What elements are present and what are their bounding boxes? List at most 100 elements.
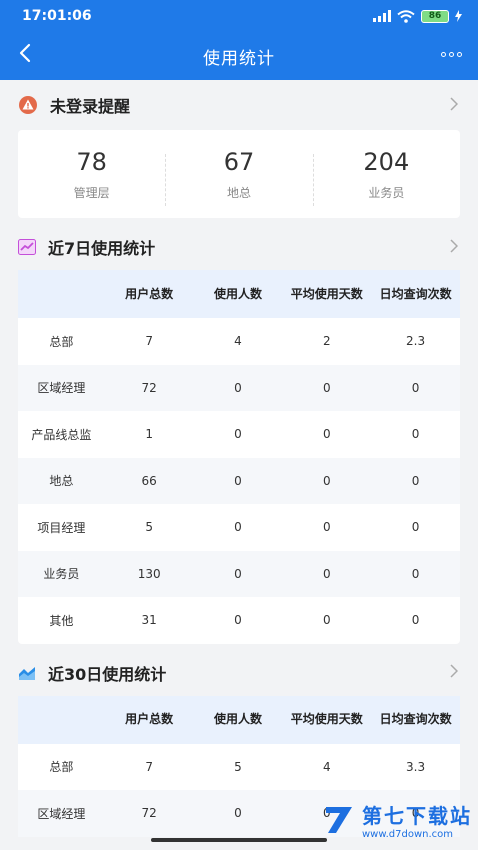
chevron-right-icon[interactable]: [450, 663, 459, 682]
home-indicator[interactable]: [151, 838, 327, 842]
table-cell: 0: [234, 520, 242, 535]
table-cell: 5: [145, 520, 153, 535]
table-cell: 5: [234, 759, 242, 774]
table-cell: 72: [141, 806, 157, 821]
column-header: [18, 270, 105, 318]
table-cell: 0: [234, 806, 242, 821]
table-row: 区域经理 72 0 0 0: [18, 364, 460, 411]
more-menu-icon[interactable]: [441, 52, 462, 57]
table-cell: 0: [411, 566, 420, 581]
column-header: 平均使用天数: [290, 712, 363, 726]
page-title: 使用统计: [203, 48, 275, 69]
chevron-right-icon[interactable]: [450, 96, 459, 115]
stat-label: 地总: [226, 185, 251, 200]
section-title: 未登录提醒: [50, 97, 131, 116]
stat-label: 管理层: [73, 185, 110, 200]
table-cell: 0: [411, 613, 420, 628]
stat-value: 204: [363, 147, 410, 176]
status-icons: 86: [373, 9, 462, 23]
table-cell: 0: [234, 613, 242, 628]
table-cell: 地总: [49, 474, 74, 489]
table-cell: 7: [145, 759, 153, 774]
column-header: 使用人数: [213, 712, 262, 726]
line-chart-icon: [18, 239, 36, 255]
table-cell: 31: [141, 613, 157, 628]
table-row: 业务员 130 0 0 0: [18, 550, 460, 597]
last30-section-header[interactable]: 近30日使用统计: [18, 650, 460, 696]
wifi-icon: [397, 9, 415, 23]
table-cell: 0: [234, 380, 242, 395]
table-cell: 总部: [49, 760, 74, 775]
table-cell: 2.3: [406, 334, 426, 349]
stat-regional-head[interactable]: 67 地总: [165, 147, 312, 206]
warning-icon: [19, 96, 37, 114]
table-cell: 0: [322, 380, 331, 395]
stat-value: 67: [223, 147, 255, 176]
table-cell: 0: [322, 613, 331, 628]
table-cell: 区域经理: [37, 381, 86, 396]
column-header: 用户总数: [125, 712, 174, 726]
table-cell: 0: [234, 427, 242, 442]
table-row: 总部 7 5 4 3.3: [18, 744, 460, 791]
column-header: 平均使用天数: [290, 286, 363, 301]
stat-label: 业务员: [368, 185, 405, 200]
watermark: 第七下载站 www.d7down.com: [322, 800, 472, 840]
table-cell: 0: [234, 473, 242, 488]
watermark-logo-icon: [326, 807, 352, 833]
table-header-row: 用户总数 使用人数 平均使用天数 日均查询次数: [18, 270, 460, 318]
header-bar: 17:01:06 86 使用统计: [0, 0, 478, 80]
table-cell: 0: [411, 473, 420, 488]
table-cell: 0: [411, 427, 420, 442]
stat-salesperson[interactable]: 204 业务员: [312, 147, 460, 206]
table-cell: 总部: [49, 334, 74, 349]
column-header: 用户总数: [125, 286, 174, 301]
table-cell: 0: [322, 473, 331, 488]
status-bar: 17:01:06 86: [0, 0, 478, 32]
nav-bar: 使用统计: [0, 32, 478, 80]
table-row: 其他 31 0 0 0: [18, 597, 460, 644]
table-cell: 130: [137, 566, 161, 581]
unlogged-section-header[interactable]: 未登录提醒: [18, 80, 460, 130]
table-row: 地总 66 0 0 0: [18, 457, 460, 504]
battery-icon: 86: [421, 9, 449, 23]
section-title: 近30日使用统计: [48, 664, 167, 684]
back-icon[interactable]: [18, 42, 32, 69]
table-cell: 66: [141, 473, 157, 488]
table-cell: 2: [322, 334, 331, 349]
chevron-right-icon[interactable]: [450, 238, 459, 257]
unlogged-stats-card: 78 管理层 67 地总 204 业务员: [18, 130, 460, 218]
table-row: 项目经理 5 0 0 0: [18, 504, 460, 551]
table-cell: 3.3: [406, 759, 426, 774]
table-row: 总部 7 4 2 2.3: [18, 318, 460, 365]
table-cell: 1: [145, 427, 153, 442]
table-cell: 0: [322, 427, 331, 442]
table-cell: 4: [234, 334, 242, 349]
status-time: 17:01:06: [22, 8, 92, 24]
table-cell: 0: [411, 380, 420, 395]
table-cell: 其他: [49, 613, 74, 628]
table-cell: 业务员: [43, 567, 80, 582]
table-row: 产品线总监 1 0 0 0: [18, 411, 460, 458]
table-cell: 项目经理: [37, 520, 86, 535]
table-cell: 72: [141, 380, 157, 395]
table-cell: 0: [322, 520, 331, 535]
stat-management[interactable]: 78 管理层: [18, 148, 165, 201]
last7-table-card: 用户总数 使用人数 平均使用天数 日均查询次数 总部 7 4 2 2.3 区域经理 72 0…: [18, 270, 460, 644]
stat-value: 78: [76, 147, 107, 176]
table-cell: 0: [411, 520, 420, 535]
column-header: [18, 696, 105, 744]
table-cell: 区域经理: [37, 806, 86, 821]
column-header: 日均查询次数: [379, 286, 452, 301]
watermark-url: www.d7down.com: [362, 829, 454, 840]
table-cell: 4: [322, 759, 331, 774]
area-chart-icon: [19, 666, 35, 680]
table-cell: 0: [322, 566, 331, 581]
last7-table: 用户总数 使用人数 平均使用天数 日均查询次数 总部 7 4 2 2.3 区域经理 72 0…: [18, 270, 460, 644]
watermark-text: 第七下载站: [362, 804, 472, 828]
table-cell: 产品线总监: [31, 427, 92, 442]
table-cell: 0: [234, 566, 242, 581]
signal-icon: [373, 10, 391, 22]
last7-section-header[interactable]: 近7日使用统计: [18, 224, 460, 270]
column-header: 日均查询次数: [379, 712, 452, 726]
table-cell: 7: [145, 334, 153, 349]
